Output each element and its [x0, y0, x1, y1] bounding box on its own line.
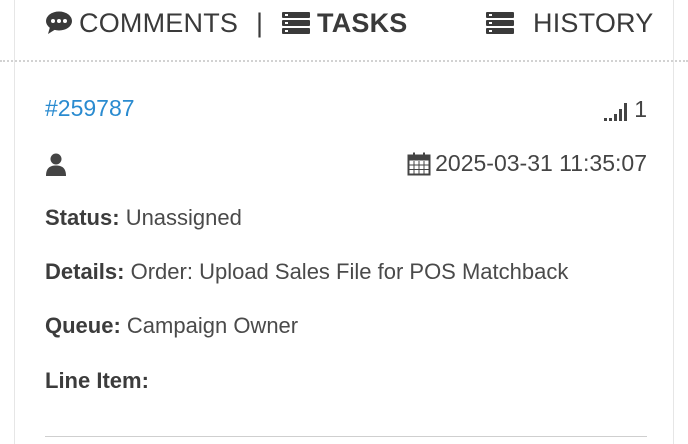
- queue-field: Queue: Campaign Owner: [45, 313, 298, 339]
- line-item-field: Line Item:: [45, 368, 149, 394]
- comment-icon: [45, 11, 73, 35]
- status-field: Status: Unassigned: [45, 205, 242, 231]
- tab-tasks-label: TASKS: [317, 7, 408, 38]
- status-label: Status:: [45, 205, 120, 230]
- list-icon: [485, 11, 515, 35]
- tab-history-label: HISTORY: [533, 7, 654, 38]
- list-icon: [281, 11, 311, 35]
- timestamp-value: 2025-03-31 11:35:07: [435, 150, 647, 176]
- details-value: Order: Upload Sales File for POS Matchba…: [130, 259, 569, 284]
- status-value: Unassigned: [125, 205, 242, 230]
- user-icon: [45, 153, 67, 182]
- priority-value: 1: [634, 96, 647, 122]
- calendar-icon: [407, 152, 431, 176]
- tab-comments[interactable]: COMMENTS: [45, 6, 238, 40]
- tab-comments-label: COMMENTS: [79, 7, 239, 38]
- tab-separator: |: [256, 8, 264, 38]
- divider: [45, 436, 647, 437]
- task-id-link[interactable]: #259787: [45, 95, 135, 122]
- queue-label: Queue:: [45, 313, 121, 338]
- task-panel: COMMENTS | TASKS HISTORY #259787 1 2025-…: [0, 0, 688, 444]
- details-label: Details:: [45, 259, 125, 284]
- tab-history[interactable]: HISTORY: [485, 6, 653, 40]
- details-field: Details: Order: Upload Sales File for PO…: [45, 259, 568, 285]
- task-timestamp: 2025-03-31 11:35:07: [407, 150, 647, 177]
- queue-value: Campaign Owner: [126, 313, 299, 338]
- tab-bar: COMMENTS | TASKS HISTORY: [0, 0, 688, 62]
- line-item-label: Line Item:: [45, 368, 149, 393]
- tab-tasks[interactable]: TASKS: [281, 6, 408, 40]
- priority-indicator: 1: [604, 96, 647, 123]
- signal-bars-icon: [604, 99, 630, 121]
